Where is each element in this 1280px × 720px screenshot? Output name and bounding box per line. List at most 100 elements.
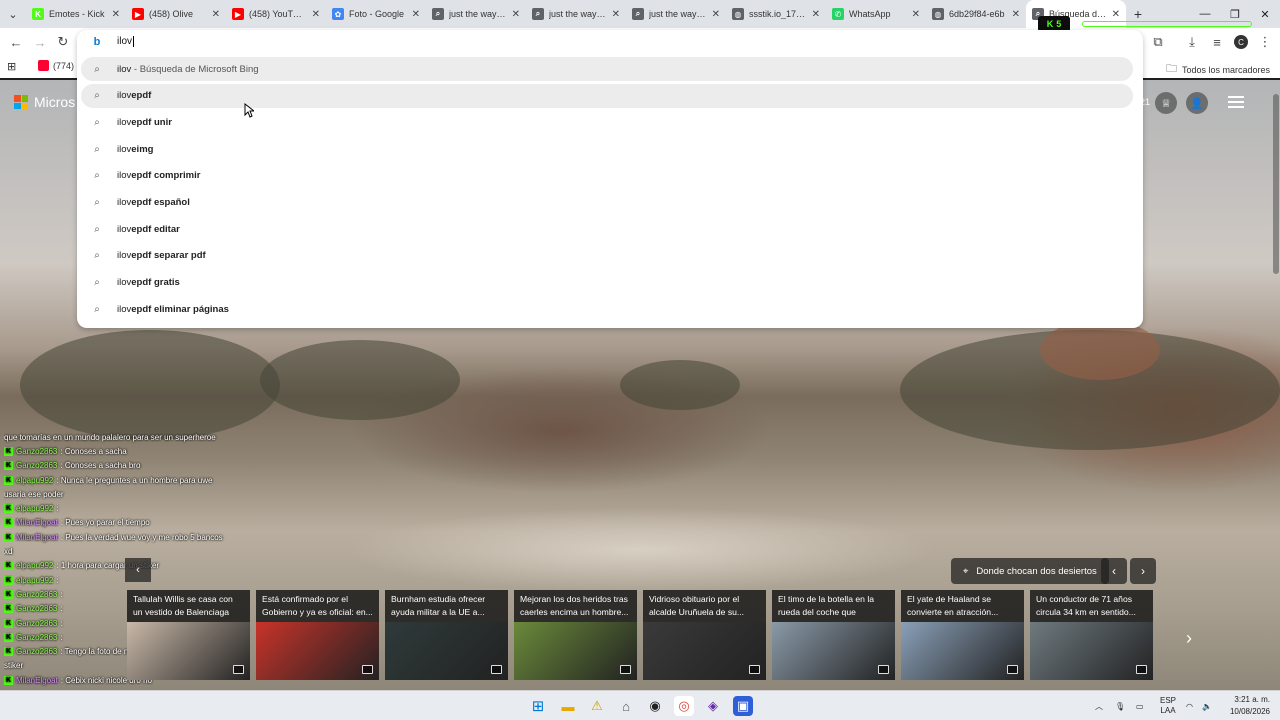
news-title: Vidrioso obituario por el alcalde Uruñue…	[649, 594, 745, 617]
close-tab-icon[interactable]: ✕	[712, 9, 720, 20]
microsoft-logo[interactable]: Micros	[14, 94, 75, 110]
news-card[interactable]: Un conductor de 71 años circula 34 km en…	[1030, 590, 1153, 680]
close-tab-icon[interactable]: ✕	[212, 9, 220, 20]
close-tab-icon[interactable]: ✕	[1012, 9, 1020, 20]
mouse-app-icon[interactable]: ⌂	[616, 696, 636, 716]
news-thumbnail	[772, 622, 895, 680]
omnibox-suggestion[interactable]: ⌕ ilovepdf español	[81, 191, 1133, 215]
tab-7[interactable]: ◍ ssstik.io_17863 ✕	[726, 0, 826, 28]
file-explorer-icon[interactable]: ▬	[558, 696, 578, 716]
omnibox-suggestion[interactable]: ⌕ ilovepdf unir	[81, 110, 1133, 134]
close-tab-icon[interactable]: ✕	[412, 9, 420, 20]
download-icon[interactable]: ⤓	[1182, 32, 1202, 52]
omnibox-suggestion[interactable]: ⌕ ilovepdf	[81, 83, 1133, 108]
tab-2[interactable]: ▶ (458) YouTube ✕	[226, 0, 326, 28]
bookmark-icon[interactable]	[1007, 665, 1018, 674]
bookmark-item[interactable]: (774)	[38, 60, 74, 71]
previous-image-button[interactable]: ‹	[1101, 558, 1127, 584]
omnibox-suggestion[interactable]: ⌕ ilovepdf editar	[81, 217, 1133, 241]
news-card[interactable]: El timo de la botella en la rueda del co…	[772, 590, 895, 680]
extensions-icon[interactable]: ⧉	[1148, 32, 1168, 52]
close-tab-icon[interactable]: ✕	[912, 9, 920, 20]
news-card[interactable]: Está confirmado por el Gobierno y ya es …	[256, 590, 379, 680]
profile-avatar[interactable]: C	[1231, 32, 1251, 52]
rewards-icon[interactable]: ♕	[1155, 92, 1177, 114]
sign-in-icon[interactable]: 👤	[1186, 92, 1208, 114]
chat-message: usaria ese poder	[4, 489, 64, 499]
news-next-button[interactable]: ›	[1186, 628, 1192, 649]
omnibox-suggestion[interactable]: ⌕ ilovepdf separar pdf	[81, 244, 1133, 268]
news-card[interactable]: El yate de Haaland se convierte en atrac…	[901, 590, 1024, 680]
close-tab-icon[interactable]: ✕	[812, 9, 820, 20]
calendar-app-icon[interactable]: ▣	[733, 696, 753, 716]
tab-3[interactable]: ✿ Foto - Google ✕	[326, 0, 426, 28]
new-tab-button[interactable]: +	[1126, 6, 1150, 22]
news-card[interactable]: Vidrioso obituario por el alcalde Uruñue…	[643, 590, 766, 680]
bookmark-icon[interactable]	[878, 665, 889, 674]
bookmark-icon[interactable]	[362, 665, 373, 674]
back-icon[interactable]: ←	[6, 32, 26, 52]
omnibox-suggestion[interactable]: ⌕ iloveimg	[81, 137, 1133, 161]
image-location-button[interactable]: ⌖ Donde chocan dos desiertos	[951, 558, 1109, 584]
taskbar-clock[interactable]: 3:21 a. m. 10/08/2026	[1222, 694, 1270, 718]
windows-start-icon[interactable]: ⊞	[528, 696, 548, 716]
close-tab-icon[interactable]: ✕	[1112, 9, 1120, 20]
omnibox-suggestion[interactable]: ⌕ ilovepdf eliminar páginas	[81, 297, 1133, 321]
bookmark-icon[interactable]	[749, 665, 760, 674]
apps-grid-icon[interactable]: ⊞	[7, 60, 16, 73]
omnibox-suggestion[interactable]: ⌕ ilovepdf gratis	[81, 271, 1133, 295]
search-icon: ⌕	[94, 303, 100, 315]
close-tab-icon[interactable]: ✕	[312, 9, 320, 20]
search-icon: ⌕	[94, 116, 100, 128]
tab-4[interactable]: ⌕ just the way yo ✕	[426, 0, 526, 28]
news-card[interactable]: Burnham estudia ofrecer ayuda militar a …	[385, 590, 508, 680]
warning-app-icon[interactable]: ⚠	[587, 696, 607, 716]
page-scrollbar[interactable]	[1271, 80, 1279, 690]
all-bookmarks-button[interactable]: 🗀 Todos los marcadores	[1166, 60, 1270, 79]
bookmark-icon[interactable]	[233, 665, 244, 674]
close-tab-icon[interactable]: ✕	[112, 9, 120, 20]
close-window-button[interactable]: ✕	[1250, 0, 1280, 28]
tab-6[interactable]: ⌕ just the way yo ✕	[626, 0, 726, 28]
address-input[interactable]: ilov	[117, 37, 132, 48]
omnibox-suggestion[interactable]: ⌕ ilovepdf comprimir	[81, 164, 1133, 188]
media-control-icon[interactable]: ≡	[1207, 32, 1227, 52]
close-tab-icon[interactable]: ✕	[512, 9, 520, 20]
next-image-button[interactable]: ›	[1130, 558, 1156, 584]
news-card[interactable]: Mejoran los dos heridos tras caerles enc…	[514, 590, 637, 680]
tab-search-button[interactable]: ⌄	[0, 0, 26, 28]
tab-8[interactable]: ✆ WhatsApp ✕	[826, 0, 926, 28]
reload-icon[interactable]: ↻	[53, 32, 73, 52]
microphone-icon[interactable]: 🎙	[1115, 691, 1125, 720]
search-icon: ⌕	[532, 8, 544, 20]
tab-5[interactable]: ⌕ just the way yo ✕	[526, 0, 626, 28]
omnibox-suggestion[interactable]: ⌕ ilov - Búsqueda de Microsoft Bing	[81, 57, 1133, 81]
language-indicator[interactable]: ESP LAA	[1160, 691, 1176, 720]
mouse-cursor	[244, 103, 254, 118]
news-title: El timo de la botella en la rueda del co…	[778, 594, 875, 621]
address-bar[interactable]: b ilov	[77, 30, 1143, 54]
notes-icon[interactable]: ▭	[1136, 691, 1144, 720]
news-prev-button[interactable]: ‹	[125, 558, 151, 582]
volume-icon[interactable]: 🔈	[1202, 691, 1212, 720]
bookmark-icon[interactable]	[1136, 665, 1147, 674]
hamburger-menu-icon[interactable]	[1228, 96, 1244, 108]
forward-icon[interactable]: →	[30, 32, 50, 52]
bookmark-icon[interactable]	[620, 665, 631, 674]
tray-expand-icon[interactable]: ︿	[1095, 691, 1103, 720]
news-card[interactable]: Tallulah Willis se casa con un vestido d…	[127, 590, 250, 680]
globe-icon: ◍	[932, 8, 944, 20]
close-tab-icon[interactable]: ✕	[612, 9, 620, 20]
tab-0[interactable]: K Emotes - Kick ✕	[26, 0, 126, 28]
wifi-icon[interactable]: ◠	[1186, 691, 1193, 720]
tab-9[interactable]: ◍ 6db29f84-e6b ✕	[926, 0, 1026, 28]
bookmark-icon[interactable]	[491, 665, 502, 674]
twitch-app-icon[interactable]: ◈	[703, 696, 723, 716]
menu-kebab-icon[interactable]: ⋮	[1255, 32, 1275, 52]
kick-badge-icon: K	[4, 575, 13, 585]
tab-label: just the way yo	[549, 9, 607, 19]
search-icon: ⌕	[632, 8, 644, 20]
obs-icon[interactable]: ◉	[645, 696, 665, 716]
chrome-icon[interactable]: ◎	[674, 696, 694, 716]
tab-1[interactable]: ▶ (458) Olive ✕	[126, 0, 226, 28]
